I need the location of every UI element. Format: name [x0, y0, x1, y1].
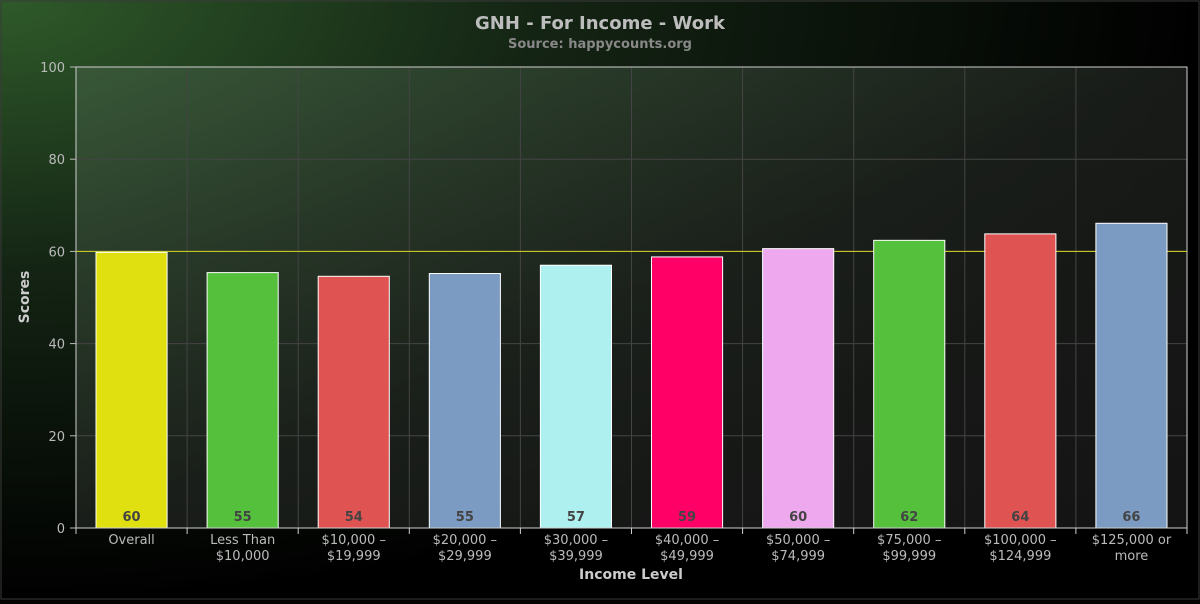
- x-tick-label: Overall: [108, 533, 154, 548]
- bar: [95, 251, 168, 529]
- y-tick-label: 40: [48, 338, 65, 353]
- x-axis-title: Income Level: [579, 567, 683, 583]
- bar-value-label: 57: [567, 510, 585, 525]
- bar-value-label: 66: [1122, 510, 1140, 525]
- income-bar-chart: GNH - For Income - Work Source: happycou…: [0, 0, 1200, 600]
- chart-container: GNH - For Income - Work Source: happycou…: [0, 0, 1200, 600]
- x-tick-label: $10,000 – $19,999: [322, 533, 386, 564]
- bar-value-label: 59: [678, 510, 696, 525]
- y-tick-label: 0: [57, 522, 65, 537]
- bar-value-label: 55: [456, 510, 474, 525]
- bar: [873, 239, 946, 529]
- bar: [428, 273, 501, 529]
- y-axis-title: Scores: [17, 271, 33, 324]
- bar-value-label: 62: [900, 510, 918, 525]
- x-tick-label: $75,000 – $99,999: [877, 533, 941, 564]
- x-tick-label: $100,000 – $124,999: [984, 533, 1057, 564]
- bar-value-label: 54: [345, 510, 363, 525]
- x-tick-label: $50,000 – $74,999: [766, 533, 830, 564]
- bar: [984, 233, 1057, 529]
- bar: [206, 272, 279, 529]
- bar: [539, 264, 613, 529]
- bar-value-label: 64: [1011, 510, 1029, 525]
- bar: [317, 275, 390, 529]
- bar: [1095, 222, 1168, 529]
- bar: [762, 248, 835, 529]
- bar: [650, 256, 724, 529]
- y-tick-label: 20: [48, 430, 65, 445]
- y-tick-label: 60: [48, 245, 65, 260]
- x-tick-label: Less Than $10,000: [210, 533, 275, 564]
- bar-value-label: 60: [789, 510, 807, 525]
- y-tick-label: 80: [48, 153, 65, 168]
- chart-title: GNH - For Income - Work: [475, 13, 726, 34]
- bar-value-label: 55: [234, 510, 252, 525]
- chart-subtitle: Source: happycounts.org: [508, 37, 692, 52]
- bar-value-label: 60: [123, 510, 141, 525]
- x-tick-label: $30,000 – $39,999: [544, 533, 608, 564]
- y-tick-label: 100: [40, 61, 65, 76]
- x-tick-label: $20,000 – $29,999: [433, 533, 497, 564]
- x-tick-label: $40,000 – $49,999: [655, 533, 719, 564]
